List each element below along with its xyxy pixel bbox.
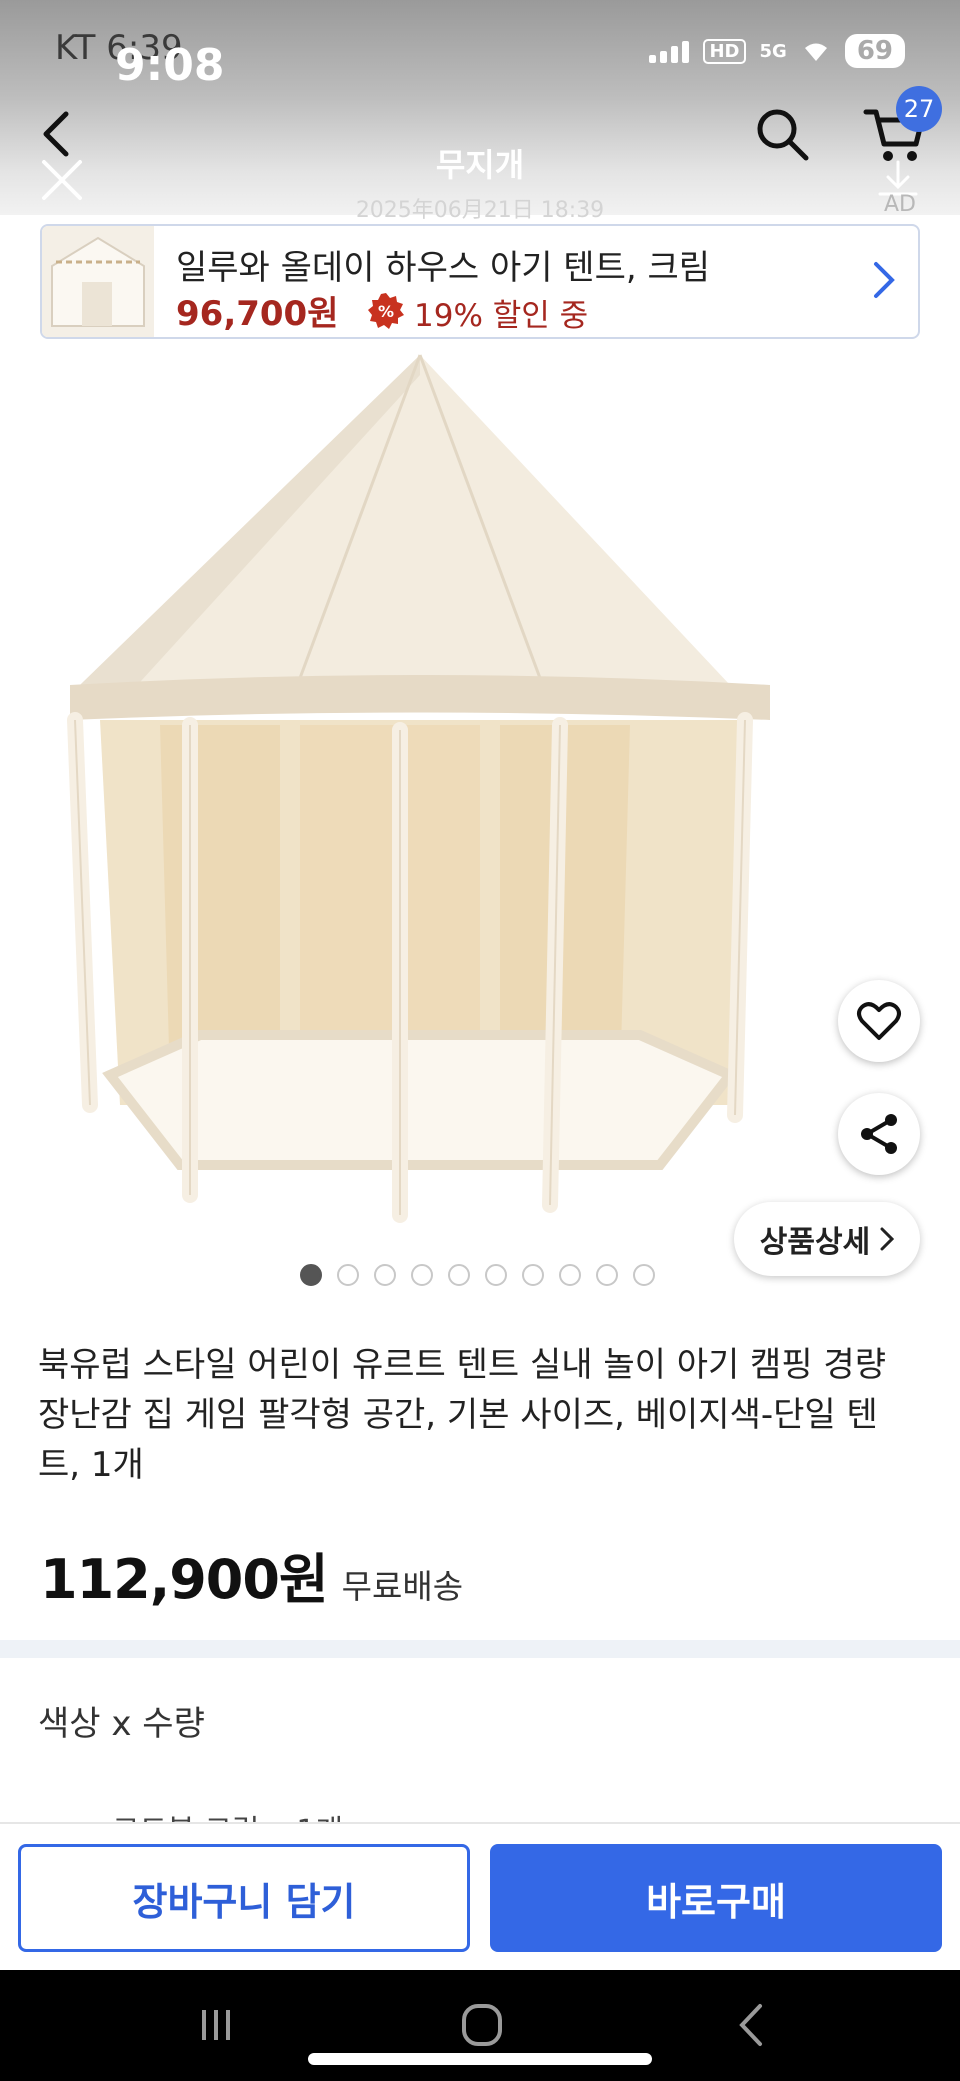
section-divider — [0, 1640, 960, 1658]
add-to-cart-button[interactable]: 장바구니 담기 — [18, 1844, 470, 1952]
share-icon — [861, 1114, 897, 1154]
pagination-dot[interactable] — [522, 1264, 544, 1286]
shipping-info: 무료배송 — [341, 1567, 464, 1606]
option-label: 색상 x 수량 — [38, 1704, 205, 1744]
ad-label: AD — [884, 192, 916, 217]
chevron-right-icon — [880, 1227, 895, 1251]
heart-icon — [857, 1002, 901, 1040]
top-nav-bar: KT 6:39 9:08 HD 5G 69 무지개 2025年06月21日 18… — [0, 0, 960, 223]
page-title: 무지개 — [435, 146, 525, 184]
ad-discount: 19% 할인 중 — [414, 298, 589, 334]
product-title: 북유럽 스타일 어린이 유르트 텐트 실내 놀이 아기 캠핑 경량 장난감 집 … — [38, 1345, 886, 1485]
bottom-action-bar: 장바구니 담기 바로구매 — [0, 1822, 960, 1970]
product-detail-button[interactable]: 상품상세 — [734, 1202, 920, 1276]
wifi-icon — [804, 43, 827, 61]
svg-text:%: % — [378, 302, 394, 321]
product-price: 112,900원 — [40, 1548, 329, 1611]
status-time: 9:08 — [115, 40, 225, 91]
pagination-dot[interactable] — [448, 1264, 470, 1286]
price-row: 112,900원 무료배송 — [40, 1535, 463, 1614]
recent-apps-icon[interactable] — [186, 2000, 246, 2050]
battery-icon: 69 — [844, 34, 905, 68]
signal-icon — [649, 39, 690, 63]
share-button[interactable] — [838, 1093, 920, 1175]
status-icons: HD 5G 69 — [649, 34, 905, 68]
cart-count-badge: 27 — [896, 86, 942, 132]
home-indicator[interactable] — [308, 2053, 652, 2065]
5g-icon: 5G — [759, 40, 787, 62]
pagination-dot[interactable] — [411, 1264, 433, 1286]
pagination-dot[interactable] — [300, 1264, 322, 1286]
home-icon[interactable] — [452, 2000, 512, 2050]
pagination-dot[interactable] — [374, 1264, 396, 1286]
hd-icon: HD — [703, 38, 746, 64]
pagination-dot[interactable] — [337, 1264, 359, 1286]
back-nav-icon[interactable] — [722, 2000, 782, 2050]
pagination-dot[interactable] — [596, 1264, 618, 1286]
product-image[interactable] — [40, 345, 800, 1225]
buy-now-button[interactable]: 바로구매 — [490, 1844, 942, 1952]
chevron-right-icon — [874, 262, 895, 298]
percent-badge-icon: % — [368, 293, 404, 329]
pagination-dot[interactable] — [559, 1264, 581, 1286]
image-pagination — [300, 1264, 655, 1286]
capture-date: 2025年06月21日 18:39 — [355, 198, 605, 223]
ad-title: 일루와 올데이 하우스 아기 텐트, 크림 — [176, 248, 711, 288]
pagination-dot[interactable] — [485, 1264, 507, 1286]
product-detail-label: 상품상세 — [759, 1225, 871, 1260]
search-icon[interactable] — [752, 104, 812, 164]
wishlist-button[interactable] — [838, 980, 920, 1062]
pagination-dot[interactable] — [633, 1264, 655, 1286]
ad-thumbnail — [42, 226, 154, 337]
ad-price: 96,700원 — [176, 294, 339, 334]
ad-banner[interactable]: 일루와 올데이 하우스 아기 텐트, 크림 96,700원 % 19% 할인 중 — [40, 224, 920, 339]
